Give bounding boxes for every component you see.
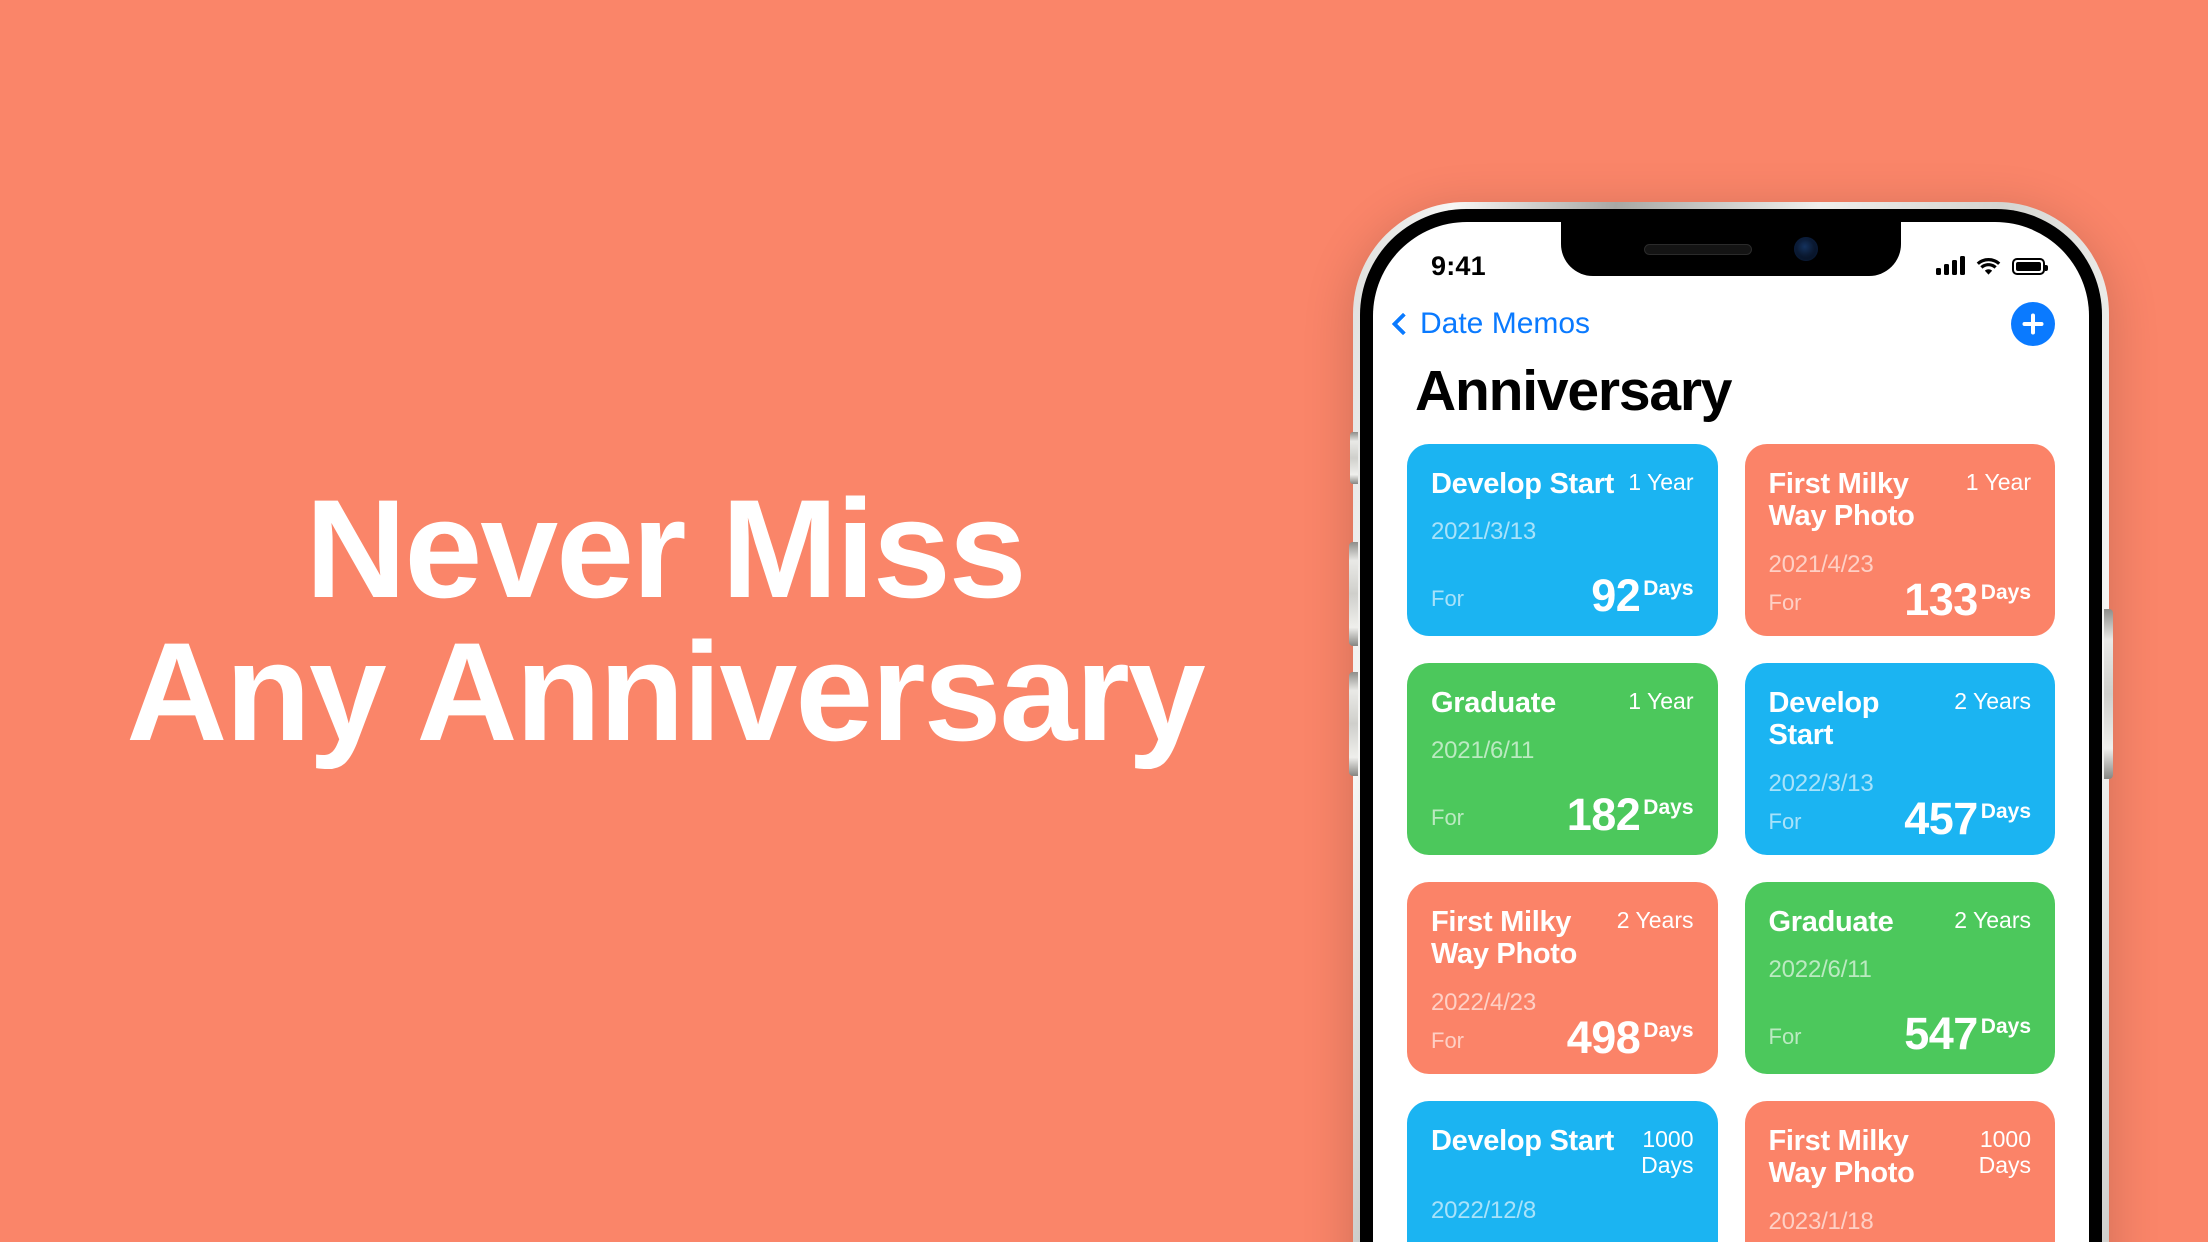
card-title: Graduate	[1431, 687, 1556, 719]
card-day-number: 182	[1566, 788, 1641, 840]
anniversary-card[interactable]: First Milky Way Photo 1000 Days 2023/1/18 F…	[1744, 1101, 2055, 1242]
anniversary-card[interactable]: Develop Start 2 Years 2022/3/13 For 457 Days	[1744, 663, 2055, 855]
volume-up-button[interactable]	[1349, 542, 1358, 646]
card-day-number: 457	[1904, 792, 1978, 844]
card-for-label: For	[1431, 805, 1464, 830]
card-date: 2021/4/23	[1768, 550, 1874, 578]
card-day-unit: Days	[1643, 795, 1694, 819]
anniversary-card[interactable]: Graduate 1 Year 2021/6/11 For 182 Days	[1407, 663, 1718, 855]
phone-mockup: 9:41 Date Memos Anniversary Develop Star…	[1349, 202, 2113, 1242]
card-day-unit: Days	[1643, 576, 1694, 600]
card-date: 2022/4/23	[1431, 988, 1536, 1016]
anniversary-card[interactable]: Graduate 2 Years 2022/6/11 For 547 Days	[1744, 882, 2055, 1074]
card-milestone-badge: 1000 Days	[1978, 1126, 2031, 1178]
signal-bars-icon	[1936, 256, 1965, 275]
card-day-count: 457 Days	[1904, 792, 2031, 844]
status-bar-time: 9:41	[1431, 250, 1486, 281]
anniversary-card[interactable]: Develop Start 1 Year 2021/3/13 For 92 Days	[1407, 444, 1718, 636]
card-day-number: 498	[1566, 1011, 1641, 1063]
phone-screen: 9:41 Date Memos Anniversary Develop Star…	[1373, 222, 2089, 1242]
card-for-label: For	[1431, 586, 1464, 611]
card-header: First Milky Way Photo 1000 Days	[1769, 1125, 2032, 1190]
nav-bar: Date Memos	[1373, 288, 2089, 360]
card-day-count: 133 Days	[1904, 573, 2031, 625]
card-day-count: 182 Days	[1566, 788, 1694, 840]
card-date: 2021/6/11	[1431, 737, 1535, 765]
hero-headline-line-2: Any Anniversary	[126, 613, 1205, 770]
chevron-left-icon	[1391, 312, 1415, 336]
anniversary-card[interactable]: First Milky Way Photo 1 Year 2021/4/23 For 1…	[1744, 444, 2055, 636]
phone-body: 9:41 Date Memos Anniversary Develop Star…	[1349, 209, 2113, 1242]
back-button[interactable]: Date Memos	[1391, 307, 1591, 341]
card-header: Develop Start 1 Year	[1431, 468, 1694, 500]
card-footer: For 498 Days	[1431, 1011, 1694, 1063]
back-button-label: Date Memos	[1420, 307, 1591, 340]
card-title: Develop Start	[1431, 1125, 1615, 1157]
anniversary-card[interactable]: Develop Start1000 Days2022/12/8For	[1407, 1101, 1718, 1242]
card-for-label: For	[1431, 1028, 1464, 1054]
volume-down-button[interactable]	[1349, 672, 1358, 776]
card-date: 2021/3/13	[1431, 518, 1536, 546]
card-day-number: 547	[1904, 1007, 1978, 1059]
anniversary-card-grid: Develop Start 1 Year 2021/3/13 For 92 Days Fir…	[1373, 444, 2089, 1242]
card-header: Graduate 1 Year	[1431, 687, 1694, 719]
card-footer: For 547 Days	[1768, 1007, 2032, 1059]
status-bar-indicators	[1936, 256, 2048, 276]
card-day-count: 547 Days	[1904, 1007, 2031, 1059]
card-for-label: For	[1768, 1024, 1802, 1049]
card-day-count: 498 Days	[1566, 1011, 1694, 1063]
card-header: First Milky Way Photo 1 Year	[1769, 468, 2032, 533]
wifi-icon	[1976, 258, 2001, 275]
card-header: Develop Start 1000 Days	[1431, 1125, 1694, 1179]
card-for-label: For	[1768, 590, 1802, 616]
card-footer: For 457 Days	[1768, 792, 2032, 844]
card-date: 2022/6/11	[1768, 956, 1872, 984]
card-milestone-badge: 2 Years	[1616, 907, 1694, 933]
power-button[interactable]	[2104, 609, 2113, 779]
card-header: First Milky Way Photo 2 Years	[1431, 906, 1694, 971]
card-title: First Milky Way Photo	[1768, 1125, 1915, 1190]
add-memo-button[interactable]	[2011, 302, 2055, 346]
anniversary-card[interactable]: First Milky Way Photo 2 Years 2022/4/23 For…	[1407, 882, 1718, 1074]
card-milestone-badge: 1 Year	[1628, 469, 1694, 495]
card-footer: For 92 Days	[1431, 569, 1694, 621]
card-footer: For 182 Days	[1431, 788, 1694, 840]
card-milestone-badge: 1 Year	[1965, 469, 2031, 495]
notch	[1561, 222, 1901, 276]
mute-switch-button[interactable]	[1350, 432, 1358, 484]
card-title: First Milky Way Photo	[1431, 906, 1578, 971]
card-milestone-badge: 2 Years	[1954, 907, 2031, 933]
page-title: Anniversary	[1415, 359, 1733, 423]
card-footer: For 133 Days	[1768, 573, 2032, 625]
hero-section: Never Miss Any Anniversary	[0, 0, 1330, 1242]
card-title: Graduate	[1768, 906, 1894, 938]
hero-headline-line-1: Never Miss	[305, 470, 1026, 628]
battery-full-icon	[2012, 257, 2048, 275]
card-day-unit: Days	[1980, 799, 2031, 823]
card-header: Graduate 2 Years	[1769, 906, 2032, 938]
card-day-count: 92 Days	[1591, 569, 1694, 621]
card-day-number: 133	[1904, 573, 1978, 625]
card-title: Develop Start	[1431, 468, 1615, 500]
card-day-unit: Days	[1980, 1014, 2031, 1038]
card-date: 2023/1/18	[1768, 1207, 1874, 1235]
card-day-number: 92	[1591, 569, 1641, 621]
card-header: Develop Start 2 Years	[1769, 687, 2032, 752]
card-title: First Milky Way Photo	[1768, 468, 1915, 533]
front-camera-icon	[1794, 237, 1818, 261]
card-title: Develop Start	[1768, 687, 1880, 752]
card-milestone-badge: 1000 Days	[1641, 1126, 1694, 1178]
card-date: 2022/3/13	[1768, 769, 1874, 797]
card-milestone-badge: 1 Year	[1628, 688, 1694, 714]
earpiece-speaker-icon	[1644, 243, 1752, 255]
card-day-unit: Days	[1980, 580, 2031, 604]
card-date: 2022/12/8	[1431, 1196, 1536, 1224]
card-for-label: For	[1768, 809, 1802, 835]
card-day-unit: Days	[1643, 1018, 1694, 1042]
card-milestone-badge: 2 Years	[1954, 688, 2031, 714]
